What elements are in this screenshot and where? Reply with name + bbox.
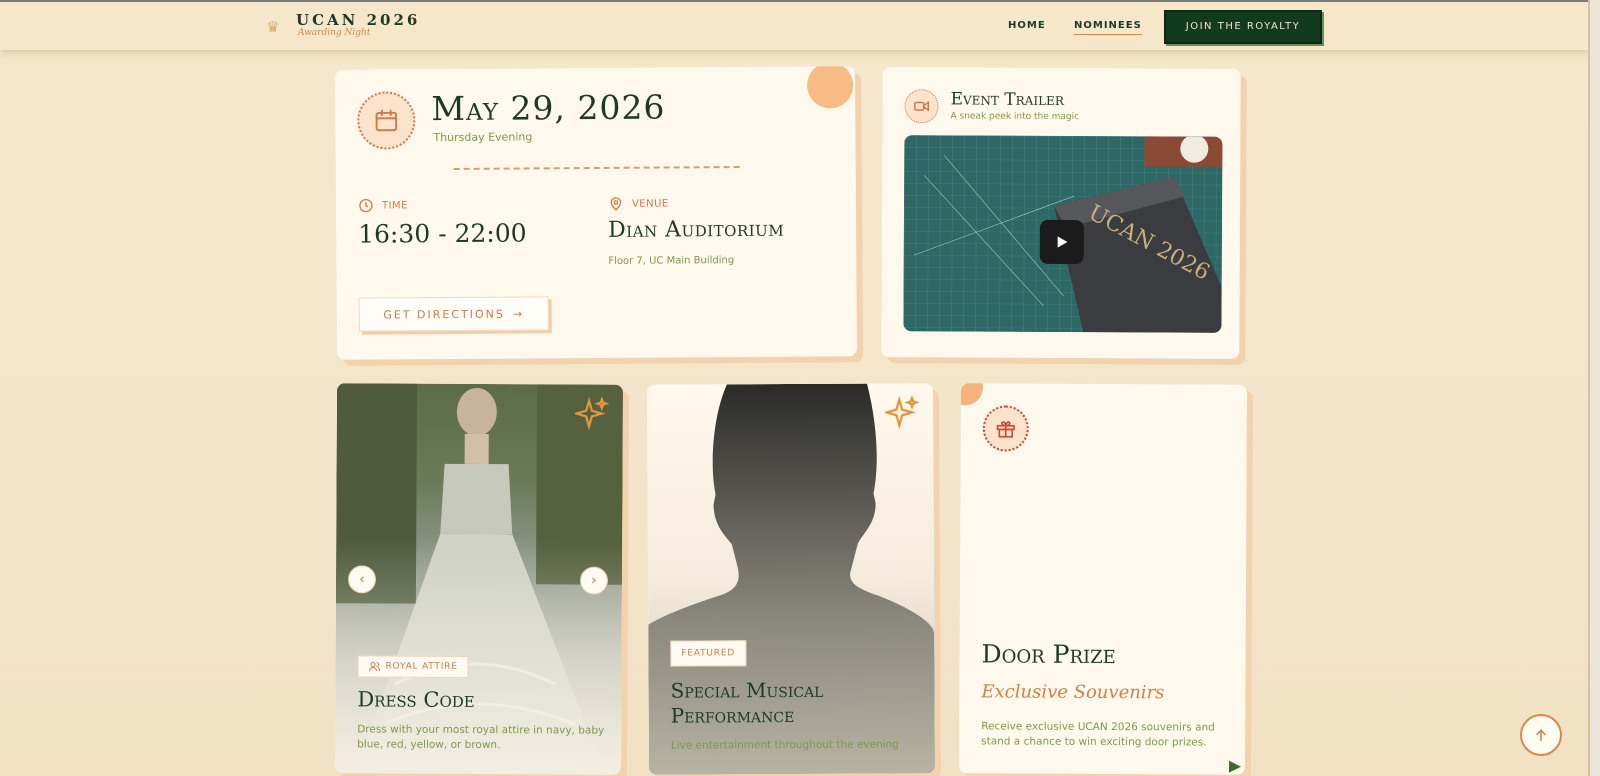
map-pin-icon [610, 197, 622, 211]
calendar-icon [357, 91, 416, 150]
door-prize-description: Receive exclusive UCAN 2026 souvenirs an… [981, 720, 1215, 749]
gift-icon [982, 405, 1029, 452]
carousel-prev-button[interactable]: ‹ [347, 565, 377, 594]
video-camera-icon [904, 89, 939, 124]
decorative-circle [806, 66, 854, 109]
page-background: ♛ UCAN 2026 Awarding Night HOME NOMINEES… [0, 0, 1590, 776]
dashed-divider [453, 165, 740, 170]
royal-attire-badge: ROYAL ATTIRE [357, 655, 469, 678]
play-icon [1057, 236, 1068, 248]
site-header: ♛ UCAN 2026 Awarding Night HOME NOMINEES… [0, 0, 1588, 50]
chevron-right-icon: › [591, 572, 597, 589]
featured-badge-label: FEATURED [681, 648, 736, 659]
dress-code-card: ‹ › ROYAL ATTIRE Dress Code Dress with y… [334, 383, 624, 775]
time-label: TIME [381, 199, 408, 211]
trailer-video[interactable]: UCAN 2026 [903, 135, 1223, 333]
time-label-row: TIME [358, 197, 408, 213]
sparkle-icon [574, 396, 609, 431]
dress-code-description: Dress with your most royal attire in nav… [357, 723, 605, 752]
arrow-right-icon: → [512, 307, 525, 321]
event-date: May 29, 2026 [431, 87, 666, 129]
flag-icon [1228, 760, 1242, 773]
scroll-to-top-button[interactable] [1520, 714, 1562, 756]
logo-subtitle: Awarding Night [298, 28, 371, 38]
musical-performance-description: Live entertainment throughout the evenin… [670, 738, 899, 752]
chevron-left-icon: ‹ [359, 571, 365, 588]
get-directions-label: GET DIRECTIONS [383, 307, 505, 321]
play-button[interactable] [1039, 219, 1084, 265]
arrow-up-icon [1536, 729, 1546, 742]
window-edge [1590, 0, 1600, 776]
users-icon [369, 661, 381, 672]
join-the-royalty-button[interactable]: JOIN THE ROYALTY [1164, 10, 1322, 44]
event-date-card: May 29, 2026 Thursday Evening TIME VENUE… [334, 66, 858, 360]
decorative-circle [958, 383, 984, 406]
musical-performance-title: Special Musical Performance [670, 677, 824, 728]
venue-label-row: VENUE [608, 195, 669, 211]
featured-badge: FEATURED [670, 640, 747, 667]
musical-performance-card: FEATURED Special Musical Performance Liv… [646, 383, 936, 775]
event-trailer-card: Event Trailer A sneak peek into the magi… [881, 67, 1241, 359]
sparkle-icon [885, 395, 920, 430]
logo-title[interactable]: UCAN 2026 [296, 11, 420, 29]
door-prize-subtitle: Exclusive Souvenirs [981, 681, 1165, 704]
trailer-title: Event Trailer [950, 89, 1064, 111]
carousel-next-button[interactable]: › [579, 566, 609, 595]
venue-detail: Floor 7, UC Main Building [608, 255, 735, 267]
door-prize-card: Door Prize Exclusive Souvenirs Receive e… [958, 383, 1248, 775]
clock-icon [359, 198, 373, 213]
venue-value: Dian Auditorium [608, 216, 785, 243]
crown-icon: ♛ [266, 18, 280, 36]
nav-nominees-link[interactable]: NOMINEES [1074, 20, 1142, 35]
door-prize-title: Door Prize [981, 639, 1116, 670]
dress-code-title: Dress Code [357, 687, 475, 712]
event-day: Thursday Evening [433, 130, 533, 145]
trailer-subtitle: A sneak peek into the magic [950, 111, 1080, 123]
nav-home-link[interactable]: HOME [1008, 20, 1046, 31]
venue-label: VENUE [631, 197, 669, 210]
time-value: 16:30 - 22:00 [358, 218, 527, 249]
get-directions-button[interactable]: GET DIRECTIONS → [358, 296, 549, 332]
royal-attire-badge-label: ROYAL ATTIRE [385, 661, 458, 672]
